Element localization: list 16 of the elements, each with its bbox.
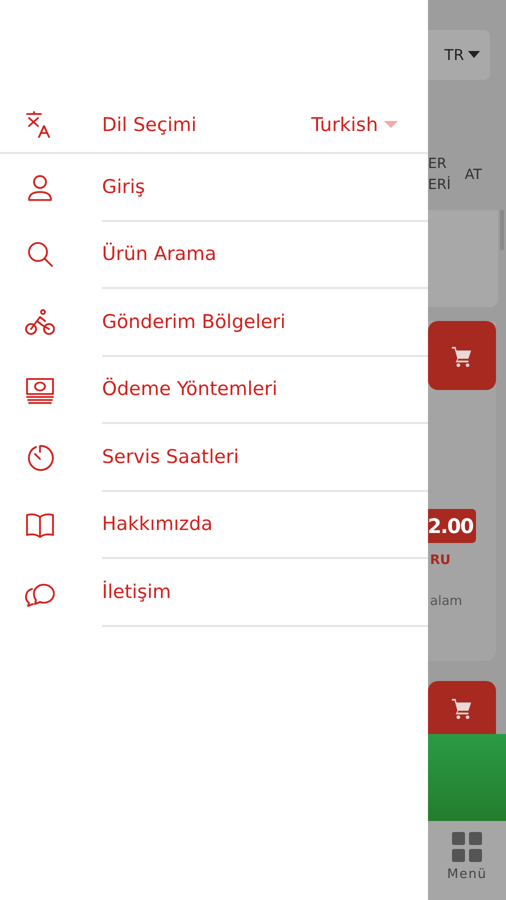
cart-icon bbox=[451, 696, 473, 718]
grid-icon bbox=[451, 831, 483, 863]
add-to-cart-button[interactable] bbox=[428, 321, 496, 390]
price-tag: 2.00 bbox=[428, 509, 476, 543]
language-dropdown[interactable]: Turkish bbox=[311, 114, 398, 136]
add-to-cart-button[interactable] bbox=[428, 681, 496, 734]
language-button[interactable]: TR bbox=[428, 30, 490, 80]
caret-icon bbox=[468, 51, 480, 59]
product-description: alam bbox=[429, 594, 464, 609]
category-tab[interactable]: AT bbox=[464, 164, 482, 186]
category-tab[interactable]: ER ERİ bbox=[428, 154, 451, 196]
cart-icon bbox=[451, 344, 473, 366]
product-name: RU bbox=[429, 553, 452, 568]
menu-nav-label[interactable]: Menü bbox=[447, 867, 487, 882]
caret-icon bbox=[384, 121, 398, 129]
language-label: Dil Seçimi bbox=[102, 114, 198, 136]
